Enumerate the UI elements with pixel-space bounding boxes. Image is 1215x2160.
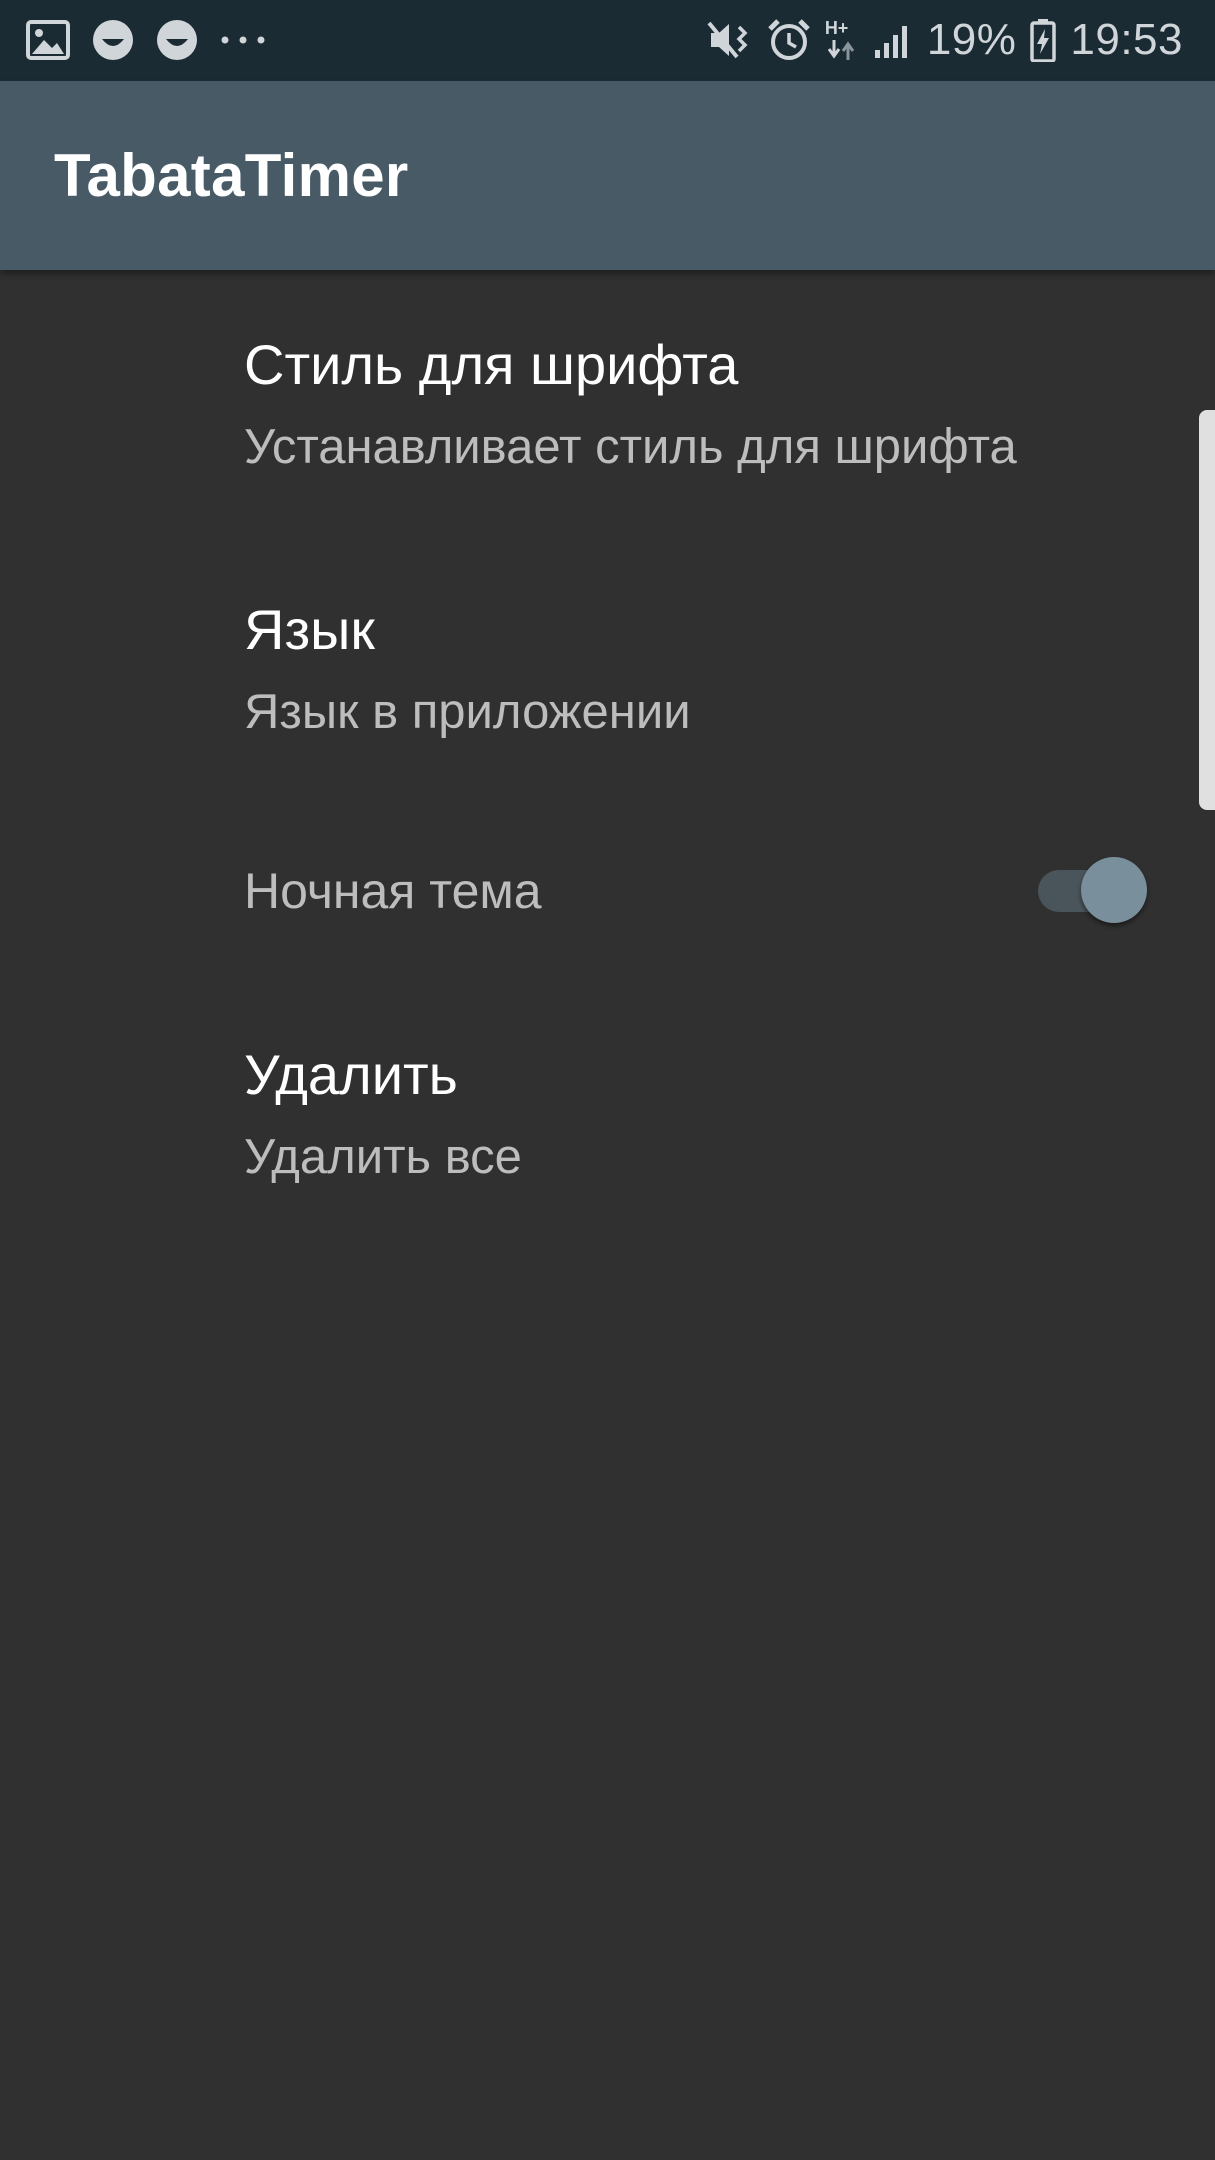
network-hplus-icon: H+ [825,18,859,62]
night-theme-title: Ночная тема [244,863,542,919]
night-theme-setting[interactable]: Ночная тема [244,862,1175,920]
smiley-icon [93,20,133,60]
font-style-setting[interactable]: Стиль для шрифта Устанавливает стиль для… [244,332,1175,475]
font-style-summary: Устанавливает стиль для шрифта [244,420,1017,474]
system-status: H+ 19% 19:53 [707,10,1183,70]
language-setting[interactable]: Язык Язык в приложении [244,597,1175,740]
notification-icons [26,14,266,66]
status-bar: H+ 19% 19:53 [0,0,1215,81]
delete-summary: Удалить все [244,1130,522,1184]
clock: 19:53 [1070,15,1183,64]
delete-title: Удалить [244,1043,458,1106]
language-summary: Язык в приложении [244,685,691,739]
data-arrows-icon [827,40,855,60]
app-bar: TabataTimer [0,81,1215,270]
language-title: Язык [244,598,375,661]
signal-icon [874,26,907,58]
font-style-title: Стиль для шрифта [244,333,739,396]
night-theme-switch[interactable] [1038,855,1150,925]
image-icon [26,20,70,60]
more-dots-icon [221,36,265,44]
mute-vibrate-icon [707,21,748,59]
alarm-icon [768,19,810,60]
battery-charging-icon [1030,19,1057,62]
network-label: H+ [824,18,849,38]
battery-percent: 19% [926,15,1017,64]
scrollbar[interactable] [1199,410,1215,810]
delete-setting[interactable]: Удалить Удалить все [244,1042,1175,1185]
switch-thumb [1081,857,1147,923]
app-title: TabataTimer [54,142,409,209]
smiley-icon [157,20,197,60]
